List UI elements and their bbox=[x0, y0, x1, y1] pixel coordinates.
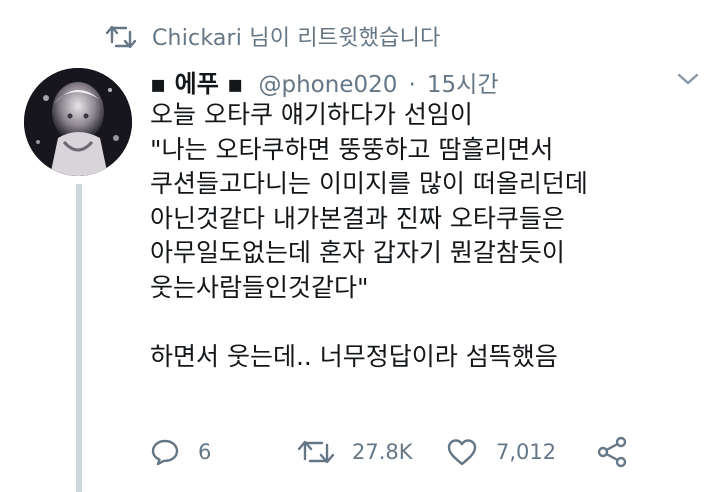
chevron-down-icon[interactable] bbox=[676, 70, 700, 88]
display-name[interactable]: ▪︎ 에푸 ▪︎ bbox=[150, 70, 243, 98]
retweet-icon bbox=[298, 440, 334, 464]
like-count: 7,012 bbox=[496, 440, 557, 464]
heart-icon bbox=[447, 439, 477, 466]
tweet-text: 오늘 오타쿠 얘기하다가 선임이 "나는 오타쿠하면 뚱뚱하고 땀흘리면서 쿠션… bbox=[150, 100, 588, 372]
thread-line bbox=[76, 184, 82, 492]
tweet-header: ▪︎ 에푸 ▪︎ @phone020 · 15시간 bbox=[150, 64, 498, 98]
retweet-count: 27.8K bbox=[352, 440, 413, 464]
avatar[interactable] bbox=[24, 68, 132, 176]
retweet-context: Chickari 님이 리트윗했습니다 bbox=[0, 0, 720, 72]
share-icon bbox=[597, 436, 627, 468]
avatar-image bbox=[24, 68, 132, 176]
retweet-button[interactable]: 27.8K bbox=[298, 432, 413, 472]
retweet-icon bbox=[106, 25, 136, 49]
reply-count: 6 bbox=[198, 440, 212, 464]
like-button[interactable]: 7,012 bbox=[446, 432, 556, 472]
tweet-actions: 6 27.8K 7,012 bbox=[150, 432, 670, 472]
share-button[interactable] bbox=[596, 432, 628, 472]
retweet-context-text[interactable]: Chickari 님이 리트윗했습니다 bbox=[152, 20, 440, 52]
reply-button[interactable]: 6 bbox=[150, 432, 211, 472]
reply-icon bbox=[151, 439, 179, 466]
separator-dot: · bbox=[408, 72, 416, 98]
timestamp[interactable]: 15시간 bbox=[427, 72, 499, 98]
user-handle[interactable]: @phone020 bbox=[259, 72, 398, 98]
